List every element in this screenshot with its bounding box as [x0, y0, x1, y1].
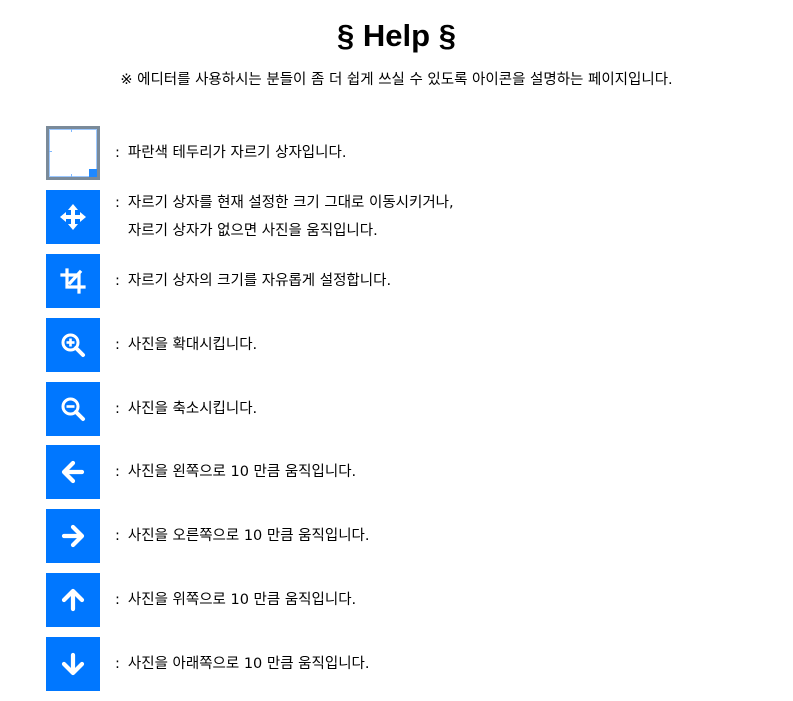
arrow-down-icon: [46, 637, 100, 692]
description-line: 사진을 위쪽으로 10 만큼 움직입니다.: [127, 592, 357, 609]
help-description: : 사진을 왼쪽으로 10 만큼 움직입니다.: [115, 458, 356, 486]
help-description: : 파란색 테두리가 자르기 상자입니다.: [115, 139, 346, 167]
description-line: 자르기 상자가 없으면 사진을 움직입니다.: [127, 222, 378, 239]
colon: :: [115, 145, 120, 161]
help-item-crop-box: : 파란색 테두리가 자르기 상자입니다.: [46, 126, 766, 180]
arrow-up-icon: [46, 573, 100, 628]
help-item-arrow-right: : 사진을 오른쪽으로 10 만큼 움직입니다.: [46, 509, 766, 564]
help-item-crop: : 자르기 상자의 크기를 자유롭게 설정합니다.: [46, 253, 766, 308]
move-icon: [46, 189, 100, 244]
help-description: : 사진을 축소시킵니다.: [115, 395, 257, 423]
crop-box-sample-icon: [46, 126, 100, 180]
page-title: § Help §: [337, 18, 456, 53]
arrow-right-icon: [46, 509, 100, 564]
description-line: 파란색 테두리가 자르기 상자입니다.: [127, 145, 347, 161]
help-item-arrow-left: : 사진을 왼쪽으로 10 만큼 움직입니다.: [46, 445, 766, 500]
help-description: : 사진을 위쪽으로 10 만큼 움직입니다.: [115, 586, 356, 614]
colon: :: [115, 528, 120, 545]
help-description: : 사진을 오른쪽으로 10 만큼 움직입니다.: [115, 522, 370, 550]
help-description: : 자르기 상자의 크기를 자유롭게 설정합니다.: [115, 267, 391, 295]
colon: :: [115, 656, 120, 673]
colon: :: [115, 336, 120, 353]
help-item-arrow-up: : 사진을 위쪽으로 10 만큼 움직입니다.: [46, 573, 766, 628]
help-item-zoom-out: : 사진을 축소시킵니다.: [46, 381, 766, 436]
zoom-in-icon: [46, 317, 100, 372]
help-item-move: : 자르기 상자를 현재 설정한 크기 그대로 이동시키거나, 자르기 상자가 …: [46, 189, 766, 245]
description-line: 사진을 왼쪽으로 10 만큼 움직입니다.: [127, 464, 357, 481]
help-item-arrow-down: : 사진을 아래쪽으로 10 만큼 움직입니다.: [46, 637, 766, 692]
description-line: 자르기 상자를 현재 설정한 크기 그대로 이동시키거나,: [127, 194, 454, 211]
zoom-out-icon: [46, 381, 100, 436]
crop-icon: [46, 253, 100, 308]
description-line: 사진을 아래쪽으로 10 만큼 움직입니다.: [127, 656, 370, 673]
arrow-left-icon: [46, 445, 100, 500]
colon: :: [115, 592, 120, 609]
help-description: : 자르기 상자를 현재 설정한 크기 그대로 이동시키거나, 자르기 상자가 …: [115, 189, 454, 245]
colon: :: [115, 464, 120, 481]
description-line: 사진을 축소시킵니다.: [127, 400, 258, 417]
description-line: 자르기 상자의 크기를 자유롭게 설정합니다.: [127, 272, 392, 289]
page-intro: ※ 에디터를 사용하시는 분들이 좀 더 쉽게 쓰실 수 있도록 아이콘을 설명…: [120, 72, 673, 88]
colon: :: [115, 194, 120, 211]
help-description: : 사진을 확대시킵니다.: [115, 331, 257, 359]
description-line: 사진을 확대시킵니다.: [127, 336, 258, 353]
colon: :: [115, 272, 120, 289]
colon: :: [115, 400, 120, 417]
help-description: : 사진을 아래쪽으로 10 만큼 움직입니다.: [115, 650, 370, 678]
help-list: : 파란색 테두리가 자르기 상자입니다. : 자르기 상자를 현재 설정한 크…: [46, 126, 766, 701]
help-item-zoom-in: : 사진을 확대시킵니다.: [46, 317, 766, 372]
description-line: 사진을 오른쪽으로 10 만큼 움직입니다.: [127, 528, 370, 545]
